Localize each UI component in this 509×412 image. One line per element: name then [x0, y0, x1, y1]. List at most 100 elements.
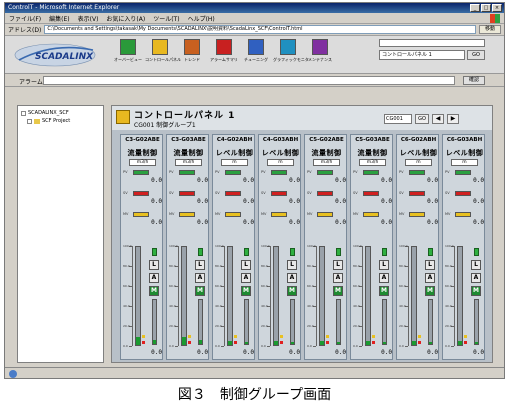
scale-label: 20.0: [399, 324, 406, 328]
next-arrow-icon[interactable]: ▶: [447, 114, 459, 124]
faceplate[interactable]: C5-G02ABE 流量制御 m3/h PV 0.0 SV 0.0 MV 0.0 100.0 80.…: [304, 134, 347, 360]
sv-indicator: [225, 191, 241, 196]
overview-button[interactable]: オーバービュー: [113, 39, 143, 63]
mode-a-button[interactable]: A: [195, 273, 205, 283]
mv-value: 0.0: [197, 219, 208, 226]
sv-label: SV: [353, 191, 358, 195]
minimize-button[interactable]: _: [470, 4, 480, 12]
app-toolbar: SCADALINX オーバービュー コントロールパネル トレンド アラームサマリ…: [5, 36, 504, 74]
mode-l-button[interactable]: L: [195, 260, 205, 270]
mode-m-button[interactable]: M: [425, 286, 435, 296]
panel-code-go-button[interactable]: GO: [415, 114, 429, 124]
mode-a-button[interactable]: A: [471, 273, 481, 283]
mode-l-button[interactable]: L: [149, 260, 159, 270]
output-bar[interactable]: [290, 299, 295, 345]
mode-l-button[interactable]: L: [425, 260, 435, 270]
output-bar[interactable]: [474, 299, 479, 345]
graphic-monitor-button[interactable]: グラフィックモニタ: [273, 39, 309, 63]
mode-a-button[interactable]: A: [379, 273, 389, 283]
faceplate[interactable]: C6-G03ABH レベル制御 m PV 0.0 SV 0.0 MV 0.0 100.0 80.0 6…: [442, 134, 485, 360]
output-bar[interactable]: [152, 299, 157, 345]
mode-m-button[interactable]: M: [149, 286, 159, 296]
tree-child[interactable]: SCF Project: [21, 117, 100, 125]
panel-select[interactable]: コントロールパネル 1: [379, 50, 465, 60]
sv-value: 0.0: [243, 198, 254, 205]
mode-m-button[interactable]: M: [471, 286, 481, 296]
mode-a-button[interactable]: A: [333, 273, 343, 283]
pv-label: PV: [445, 170, 450, 174]
faceplate[interactable]: C4-G02ABH レベル制御 m PV 0.0 SV 0.0 MV 0.0 100.0 80.0 6…: [212, 134, 255, 360]
output-bar[interactable]: [244, 299, 249, 345]
trend-button[interactable]: トレンド: [177, 39, 207, 63]
faceplate-tag: C6-G03ABH: [446, 137, 483, 143]
alarm-confirm-button[interactable]: 確認: [463, 76, 485, 85]
output-bar-fill: [383, 342, 386, 344]
faceplate-name: 流量制御: [357, 149, 388, 157]
menu-edit[interactable]: 編集(E): [49, 14, 69, 23]
close-button[interactable]: ×: [492, 4, 502, 12]
mode-a-button[interactable]: A: [149, 273, 159, 283]
prev-arrow-icon[interactable]: ◀: [432, 114, 444, 124]
expand-icon[interactable]: [27, 118, 32, 124]
scale-label: 60.0: [445, 284, 452, 288]
scale-label: 40.0: [169, 304, 176, 308]
windows-logo-icon: [490, 14, 500, 23]
maintenance-button[interactable]: メンテナンス: [305, 39, 335, 63]
search-input[interactable]: [379, 39, 485, 47]
panel-header: コントロールパネル 1 CG001 制御グループ1 CG001 GO ◀ ▶: [112, 106, 492, 130]
menu-view[interactable]: 表示(V): [78, 14, 99, 23]
menu-tools[interactable]: ツール(T): [153, 14, 179, 23]
pv-bar-fill: [136, 337, 140, 345]
mode-m-button[interactable]: M: [195, 286, 205, 296]
faceplate[interactable]: C4-G03ABH レベル制御 m PV 0.0 SV 0.0 MV 0.0 100.0 80.0 6…: [258, 134, 301, 360]
mode-l-button[interactable]: L: [379, 260, 389, 270]
output-bar[interactable]: [336, 299, 341, 345]
menu-file[interactable]: ファイル(F): [9, 14, 41, 23]
mode-a-button[interactable]: A: [287, 273, 297, 283]
faceplate[interactable]: C3-G03ABE 流量制御 m3/h PV 0.0 SV 0.0 MV 0.0 100.0 80.…: [166, 134, 209, 360]
faceplate[interactable]: C3-G02ABE 流量制御 m3/h PV 0.0 SV 0.0 MV 0.0 100.0 80.…: [120, 134, 163, 360]
address-go-button[interactable]: 移動: [479, 25, 501, 34]
mode-l-button[interactable]: L: [241, 260, 251, 270]
address-input[interactable]: C:\Documents and Settings\takasak\My Doc…: [44, 25, 476, 34]
pv-bar: [227, 246, 233, 346]
panel-code-select[interactable]: CG001: [384, 114, 412, 124]
scale-label: 0.0: [353, 344, 358, 348]
panel-go-button[interactable]: GO: [467, 50, 485, 60]
faceplate-scale: 100.0 80.0 60.0 40.0 20.0 0.0: [399, 244, 409, 348]
scale-tick: [451, 346, 454, 347]
figure-caption: 図３ 制御グループ画面: [177, 387, 332, 403]
tuning-button[interactable]: チューニング: [241, 39, 271, 63]
output-bar[interactable]: [382, 299, 387, 345]
scale-label: 100.0: [261, 244, 270, 248]
control-panel-button[interactable]: コントロールパネル: [145, 39, 181, 63]
output-bar[interactable]: [198, 299, 203, 345]
control-panel-icon: [116, 110, 130, 124]
faceplate[interactable]: C6-G02ABH レベル制御 m PV 0.0 SV 0.0 MV 0.0 100.0 80.0 6…: [396, 134, 439, 360]
sv-marker-icon: [372, 341, 375, 344]
mode-l-button[interactable]: L: [287, 260, 297, 270]
folder-icon: [34, 118, 40, 124]
tree-root[interactable]: SCADALINX_SCF: [21, 109, 100, 117]
alarm-summary-button[interactable]: アラームサマリ: [209, 39, 239, 63]
mode-a-button[interactable]: A: [425, 273, 435, 283]
mode-l-button[interactable]: L: [471, 260, 481, 270]
faceplate[interactable]: C5-G03ABE 流量制御 m3/h PV 0.0 SV 0.0 MV 0.0 100.0 80.…: [350, 134, 393, 360]
menu-favorites[interactable]: お気に入り(A): [106, 14, 145, 23]
mode-m-button[interactable]: M: [333, 286, 343, 296]
scale-label: 40.0: [307, 304, 314, 308]
pv-value: 0.0: [335, 177, 346, 184]
mode-a-button[interactable]: A: [241, 273, 251, 283]
menu-help[interactable]: ヘルプ(H): [188, 14, 215, 23]
mode-m-button[interactable]: M: [379, 286, 389, 296]
mode-m-button[interactable]: M: [287, 286, 297, 296]
mode-m-button[interactable]: M: [241, 286, 251, 296]
output-bar[interactable]: [428, 299, 433, 345]
sv-value: 0.0: [335, 198, 346, 205]
maximize-button[interactable]: □: [481, 4, 491, 12]
pv-bar-fill: [458, 341, 462, 345]
mv-value: 0.0: [151, 219, 162, 226]
mode-l-button[interactable]: L: [333, 260, 343, 270]
sv-value: 0.0: [473, 198, 484, 205]
scale-label: 80.0: [123, 264, 130, 268]
